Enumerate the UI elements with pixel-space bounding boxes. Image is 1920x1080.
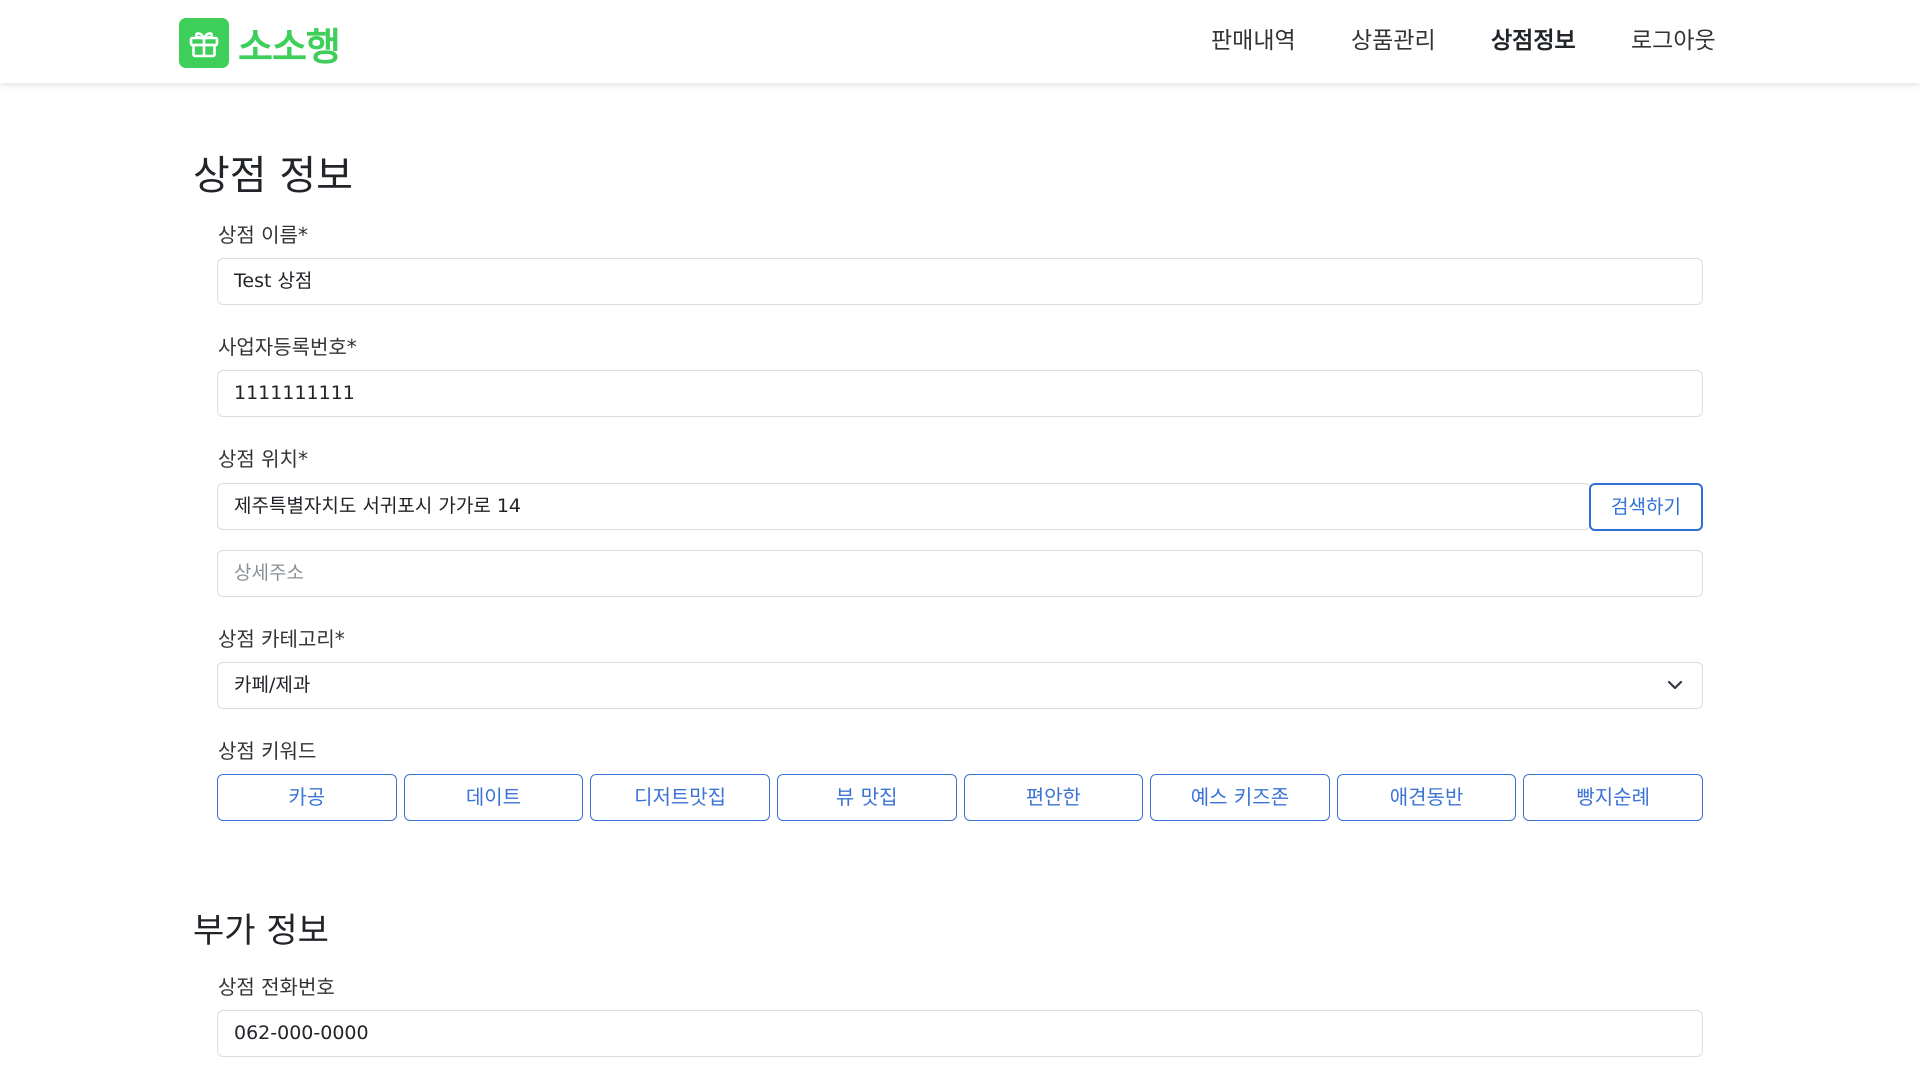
business-number-label: 사업자등록번호* [218,335,357,359]
store-category-select[interactable]: 카페/제과 [217,662,1703,709]
store-name-input[interactable]: Test 상점 [217,258,1703,305]
store-keyword-label: 상점 키워드 [218,739,317,763]
store-name-label: 상점 이름* [218,223,308,247]
keyword-button[interactable]: 디저트맛집 [590,774,770,821]
store-location-label: 상점 위치* [218,447,308,471]
business-number-input[interactable]: 1111111111 [217,370,1703,417]
keyword-button[interactable]: 예스 키즈존 [1150,774,1330,821]
store-category-value: 카페/제과 [234,674,311,696]
store-phone-input[interactable]: 062-000-0000 [217,1010,1703,1057]
keyword-button[interactable]: 빵지순례 [1523,774,1703,821]
detail-address-input[interactable]: 상세주소 [217,550,1703,597]
extra-info-title: 부가 정보 [193,911,329,951]
keyword-button[interactable]: 데이트 [403,774,584,821]
chevron-down-icon [1667,680,1683,690]
brand-name: 소소행 [238,24,341,69]
address-search-button[interactable]: 검색하기 [1589,483,1703,531]
store-category-label: 상점 카테고리* [218,627,345,651]
keyword-button[interactable]: 뷰 맛집 [776,774,957,821]
nav-link-products[interactable]: 상품관리 [1351,24,1491,58]
keyword-button[interactable]: 애견동반 [1336,774,1517,821]
store-phone-label: 상점 전화번호 [218,975,335,999]
store-info-title: 상점 정보 [193,153,353,199]
brand-logo-link[interactable]: 소소행 [179,17,341,69]
nav-menu: 판매내역 상품관리 상점정보 로그아웃 [1211,24,1731,58]
nav-link-store-info[interactable]: 상점정보 [1491,24,1631,58]
nav-link-logout[interactable]: 로그아웃 [1631,24,1731,58]
keyword-button-group: 카공 데이트 디저트맛집 뷰 맛집 편안한 예스 키즈존 애견동반 빵지순례 [217,774,1703,821]
keyword-button[interactable]: 편안한 [963,774,1144,821]
gift-icon [179,18,229,68]
top-navbar: 소소행 판매내역 상품관리 상점정보 로그아웃 [0,0,1920,83]
nav-link-sales[interactable]: 판매내역 [1211,24,1351,58]
store-location-input[interactable]: 제주특별자치도 서귀포시 가가로 14 [217,483,1591,530]
keyword-button[interactable]: 카공 [217,774,397,821]
